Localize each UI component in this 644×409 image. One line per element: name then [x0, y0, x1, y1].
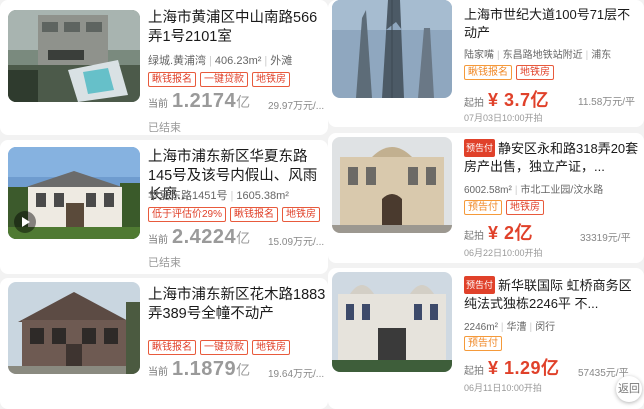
listing-title[interactable]: 上海市黄浦区中山南路566弄1号2101室: [148, 9, 326, 47]
tag-list: 瞅钱报名 一键贷款 地铁房: [148, 340, 290, 355]
listing-title[interactable]: 预告付 静安区永和路318弄20套房产出售，独立产证，...: [464, 139, 640, 176]
starting-price: ¥ 2亿: [488, 223, 534, 243]
tag-list: 瞅钱报名 地铁房: [464, 65, 554, 80]
starting-price: ¥ 1.29亿: [488, 358, 560, 378]
meta-location: 市北工业园/汶水路: [520, 185, 604, 196]
price-row: 当前 1.2174 亿: [148, 90, 250, 113]
tag: 地铁房: [516, 65, 554, 80]
tag-list: 瞅钱报名 一键贷款 地铁房: [148, 72, 290, 87]
meta-district: 浦东: [591, 50, 612, 61]
meta-area: 1605.38m²: [236, 190, 289, 202]
unit-price: 29.97万元/...: [268, 101, 325, 112]
price-label: 当前: [148, 367, 168, 378]
price-row: 当前 2.4224 亿: [148, 226, 250, 249]
price-label: 起拍: [464, 231, 484, 242]
price-label: 起拍: [464, 366, 484, 377]
tag: 地铁房: [282, 207, 321, 222]
property-photo[interactable]: [8, 282, 140, 374]
listing-card[interactable]: 预告付 静安区永和路318弄20套房产出售，独立产证，... 6002.58m² |…: [328, 133, 644, 263]
meta-area: 2246m²: [464, 322, 498, 333]
meta-area: 406.23m²: [214, 55, 262, 67]
meta-location: 华漕: [506, 322, 527, 333]
unit-price: 11.58万元/平: [578, 97, 636, 108]
meta-metro: 东昌路地铁站附近: [502, 50, 583, 61]
tag: 地铁房: [252, 340, 290, 355]
listing-title[interactable]: 预告付 新华联国际 虹桥商务区 纯法式独栋2246平 不...: [464, 276, 640, 313]
listing-card[interactable]: 上海市世纪大道100号71层不动产 陆家嘴 | 东昌路地铁站附近 | 浦东 瞅钱报名 地…: [328, 0, 644, 127]
tag: 瞅钱报名: [148, 340, 196, 355]
meta-community: 绿城.黄浦湾: [148, 55, 207, 67]
current-price: 1.2174: [172, 90, 237, 112]
tag: 低于评估价29%: [148, 207, 227, 222]
current-price: 2.4224: [172, 226, 237, 248]
price-unit: 亿: [236, 362, 251, 378]
listing-meta: 6002.58m² | 市北工业园/汶水路: [464, 185, 604, 196]
tag: 地铁房: [506, 200, 544, 215]
listing-card[interactable]: 上海市黄浦区中山南路566弄1号2101室 绿城.黄浦湾 | 406.23m² | 外滩…: [0, 0, 328, 135]
price-label: 当前: [148, 235, 168, 246]
price-unit: 亿: [236, 230, 251, 246]
meta-district: 外滩: [270, 55, 293, 67]
listing-meta: 华夏东路1451号 | 1605.38m²: [148, 190, 289, 202]
tag: 预告付: [464, 336, 502, 351]
auction-date: 07月03日10:00开拍: [464, 113, 543, 123]
property-photo[interactable]: [8, 147, 140, 239]
meta-district: 闵行: [535, 322, 556, 333]
back-to-top-button[interactable]: 返回: [616, 376, 642, 402]
price-unit: 亿: [236, 94, 251, 110]
listing-card[interactable]: 上海市浦东新区花木路1883弄389号全幢不动产 瞅钱报名 一键贷款 地铁房 当…: [0, 278, 328, 409]
listing-card[interactable]: 上海市浦东新区华夏东路145号及该号内假山、风雨长廊... 华夏东路1451号 |…: [0, 140, 328, 274]
tag: 瞅钱报名: [230, 207, 279, 222]
listing-feed: 上海市黄浦区中山南路566弄1号2101室 绿城.黄浦湾 | 406.23m² | 外滩…: [0, 0, 644, 409]
meta-address: 华夏东路1451号: [148, 190, 228, 202]
price-row: 起拍 ¥ 3.7亿: [464, 86, 549, 112]
unit-price: 15.09万元/...: [268, 237, 325, 248]
price-label: 当前: [148, 99, 168, 110]
price-row: 起拍 ¥ 2亿: [464, 219, 533, 245]
property-photo[interactable]: [8, 10, 140, 102]
listing-title[interactable]: 上海市浦东新区花木路1883弄389号全幢不动产: [148, 286, 326, 324]
property-photo[interactable]: [332, 272, 452, 372]
auction-date: 06月22日10:00开拍: [464, 248, 543, 258]
tag: 一键贷款: [200, 340, 248, 355]
property-photo[interactable]: [332, 0, 452, 98]
unit-price: 57435元/平: [578, 368, 629, 379]
tag-list: 低于评估价29% 瞅钱报名 地铁房: [148, 207, 321, 222]
listing-title[interactable]: 上海市世纪大道100号71层不动产: [464, 6, 640, 42]
tag-list: 预告付 地铁房: [464, 200, 544, 215]
play-video-icon[interactable]: [14, 211, 36, 233]
price-label: 起拍: [464, 98, 484, 109]
tag: 瞅钱报名: [148, 72, 196, 87]
meta-community: 陆家嘴: [464, 50, 494, 61]
tag: 一键贷款: [200, 72, 248, 87]
pre-deposit-badge: 预告付: [464, 139, 496, 157]
unit-price: 33319元/平: [580, 233, 631, 244]
price-row: 起拍 ¥ 1.29亿: [464, 354, 560, 380]
listing-card[interactable]: 预告付 新华联国际 虹桥商务区 纯法式独栋2246平 不... 2246m² | 华漕…: [328, 268, 644, 409]
property-photo[interactable]: [332, 137, 452, 233]
tag: 地铁房: [252, 72, 290, 87]
tag: 预告付: [464, 200, 502, 215]
tag-list: 预告付: [464, 336, 502, 351]
listing-meta: 2246m² | 华漕 | 闵行: [464, 322, 556, 333]
auction-date: 06月11日10:00开拍: [464, 383, 542, 393]
auction-status: 已结束: [148, 122, 181, 134]
auction-status: 已结束: [148, 257, 181, 269]
tag: 瞅钱报名: [464, 65, 512, 80]
current-price: 1.1879: [172, 358, 237, 380]
listing-meta: 陆家嘴 | 东昌路地铁站附近 | 浦东: [464, 50, 612, 61]
price-row: 当前 1.1879 亿: [148, 358, 250, 381]
starting-price: ¥ 3.7亿: [488, 90, 550, 110]
pre-deposit-badge: 预告付: [464, 276, 496, 294]
unit-price: 19.64万元/...: [268, 369, 325, 380]
meta-area: 6002.58m²: [464, 185, 512, 196]
listing-meta: 绿城.黄浦湾 | 406.23m² | 外滩: [148, 55, 293, 67]
